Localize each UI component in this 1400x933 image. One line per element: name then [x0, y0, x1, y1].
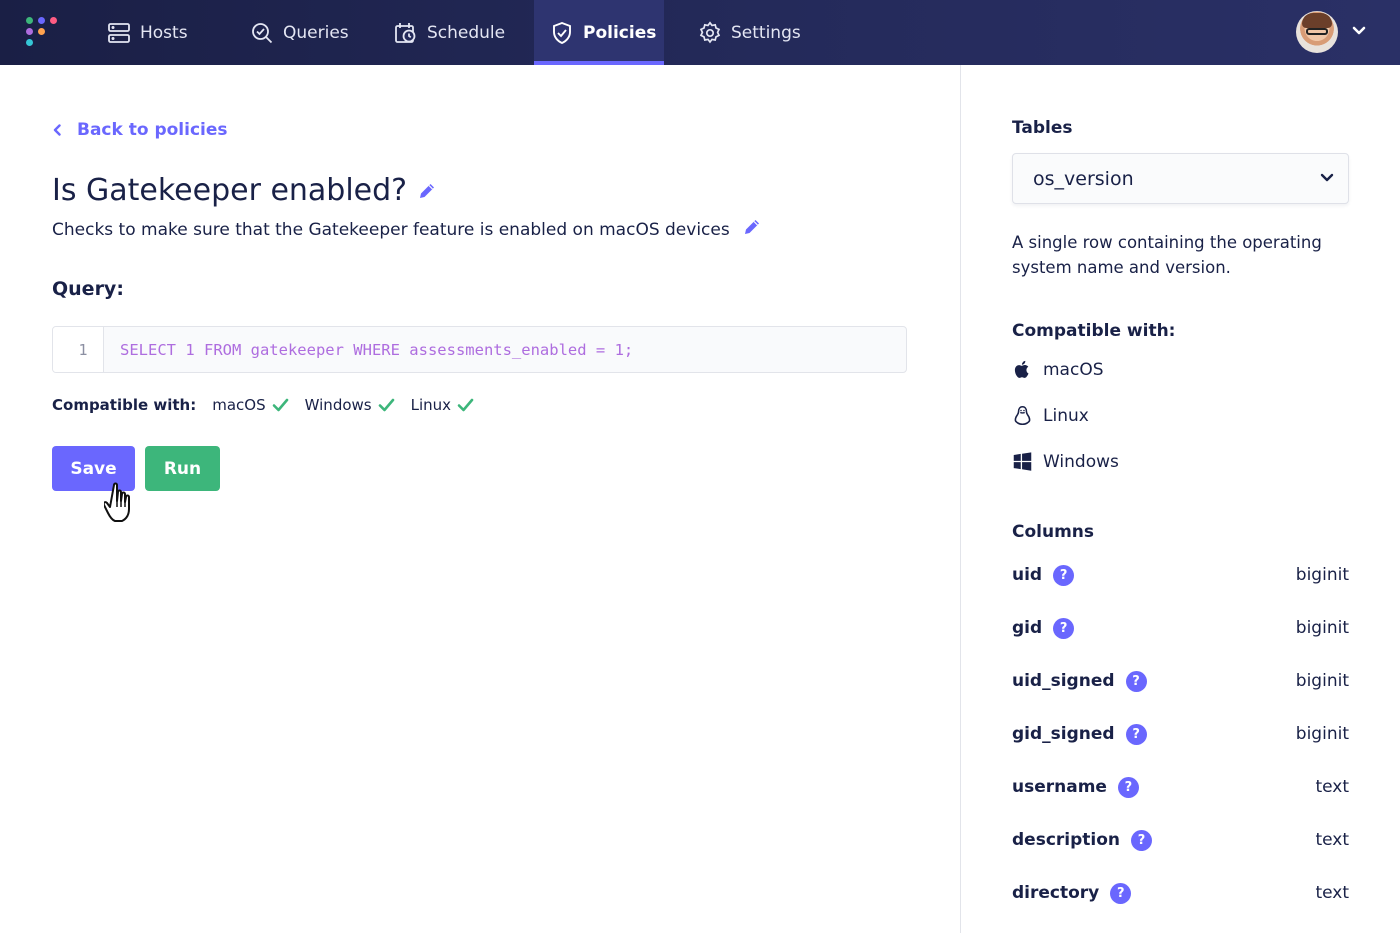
column-row-uid-signed: uid_signed ? biginit — [1012, 669, 1349, 693]
help-icon[interactable]: ? — [1053, 617, 1075, 639]
table-schema-sidebar: Tables os_version A single row containin… — [960, 65, 1400, 933]
check-icon — [457, 398, 474, 412]
nav-label-settings: Settings — [731, 22, 801, 43]
hosts-icon — [108, 22, 130, 43]
platform-windows: Windows — [1012, 451, 1119, 472]
column-type: text — [1315, 777, 1349, 797]
column-name: description — [1012, 830, 1121, 850]
compat-macos: macOS — [212, 396, 288, 414]
platform-linux: Linux — [1012, 405, 1089, 426]
tables-heading: Tables — [1012, 118, 1073, 138]
run-button[interactable]: Run — [145, 446, 220, 491]
check-icon — [378, 398, 394, 412]
compat-linux-label: Linux — [410, 396, 452, 414]
column-row-directory: directory ? text — [1012, 881, 1349, 905]
platform-windows-label: Windows — [1043, 451, 1119, 472]
column-type: biginit — [1295, 671, 1349, 691]
column-row-gid-signed: gid_signed ? biginit — [1012, 722, 1349, 746]
platform-linux-label: Linux — [1043, 405, 1089, 426]
hand-pointer-cursor-icon — [104, 482, 130, 522]
table-select-dropdown[interactable]: os_version — [1012, 153, 1349, 204]
sql-query-text[interactable]: SELECT 1 FROM gatekeeper WHERE assessmen… — [104, 327, 633, 372]
nav-label-policies: Policies — [583, 22, 657, 43]
column-name: directory — [1012, 883, 1100, 903]
column-type: text — [1315, 883, 1349, 903]
compat-windows-label: Windows — [304, 396, 372, 414]
column-name: uid — [1012, 565, 1043, 585]
back-to-policies-link[interactable]: Back to policies — [52, 119, 228, 141]
chevron-left-icon — [53, 124, 61, 136]
help-icon[interactable]: ? — [1110, 882, 1132, 904]
edit-description-pencil-icon[interactable] — [742, 217, 762, 237]
column-row-description: description ? text — [1012, 828, 1349, 852]
compat-linux: Linux — [411, 396, 474, 414]
column-type: biginit — [1295, 724, 1349, 744]
column-name: username — [1012, 777, 1107, 797]
help-icon[interactable]: ? — [1125, 723, 1147, 745]
column-row-uid: uid ? biginit — [1012, 563, 1349, 587]
nav-item-settings[interactable]: Settings — [698, 0, 818, 65]
policy-description-text: Checks to make sure that the Gatekeeper … — [52, 220, 730, 240]
top-navigation: Hosts Queries Schedule Policies Settings — [0, 0, 1400, 65]
column-row-gid: gid ? biginit — [1012, 616, 1349, 640]
settings-icon — [699, 20, 721, 43]
compat-macos-label: macOS — [212, 396, 266, 414]
queries-icon — [252, 22, 273, 43]
help-icon[interactable]: ? — [1053, 564, 1075, 586]
policy-title[interactable]: Is Gatekeeper enabled? — [52, 173, 437, 208]
column-row-username: username ? text — [1012, 775, 1349, 799]
apple-icon — [1014, 360, 1029, 378]
help-icon[interactable]: ? — [1131, 829, 1153, 851]
nav-label-queries: Queries — [283, 22, 349, 43]
fleet-logo-icon[interactable] — [25, 16, 59, 50]
column-type: biginit — [1295, 618, 1349, 638]
policies-icon — [553, 21, 571, 44]
line-number: 1 — [53, 327, 104, 372]
nav-item-schedule[interactable]: Schedule — [394, 0, 524, 65]
nav-item-queries[interactable]: Queries — [250, 0, 370, 65]
column-name: gid_signed — [1012, 724, 1115, 744]
column-name: uid_signed — [1012, 671, 1115, 691]
nav-label-hosts: Hosts — [140, 22, 188, 43]
chevron-down-icon[interactable] — [1352, 26, 1366, 36]
back-link-label: Back to policies — [77, 120, 228, 140]
edit-title-pencil-icon[interactable] — [417, 181, 437, 201]
help-icon[interactable]: ? — [1117, 776, 1139, 798]
query-compatibility: Compatible with: macOS Windows Linux — [52, 394, 490, 416]
policy-editor-panel: Back to policies Is Gatekeeper enabled? … — [0, 65, 960, 933]
table-description: A single row containing the operating sy… — [1012, 233, 1322, 277]
nav-item-hosts[interactable]: Hosts — [107, 0, 207, 65]
help-icon[interactable]: ? — [1125, 670, 1147, 692]
compat-windows: Windows — [305, 396, 395, 414]
platform-macos: macOS — [1012, 359, 1104, 380]
linux-penguin-icon — [1014, 405, 1031, 426]
sql-query-editor[interactable]: 1 SELECT 1 FROM gatekeeper WHERE assessm… — [52, 326, 907, 373]
nav-label-schedule: Schedule — [427, 22, 506, 43]
column-name: gid — [1012, 618, 1043, 638]
user-avatar[interactable] — [1296, 11, 1338, 53]
columns-heading: Columns — [1012, 522, 1095, 542]
nav-item-policies[interactable]: Policies — [534, 0, 664, 65]
check-icon — [272, 398, 288, 412]
selected-table-value: os_version — [1033, 167, 1134, 190]
column-type: biginit — [1295, 565, 1349, 585]
policy-description[interactable]: Checks to make sure that the Gatekeeper … — [52, 220, 762, 240]
policy-title-text: Is Gatekeeper enabled? — [52, 173, 408, 208]
compat-label: Compatible with: — [52, 396, 197, 414]
compatible-with-heading: Compatible with: — [1012, 321, 1176, 341]
schedule-icon — [395, 22, 416, 43]
platform-macos-label: macOS — [1043, 359, 1104, 380]
query-label: Query: — [52, 278, 124, 300]
windows-icon — [1013, 452, 1032, 471]
chevron-down-icon — [1320, 173, 1334, 182]
column-type: text — [1315, 830, 1349, 850]
